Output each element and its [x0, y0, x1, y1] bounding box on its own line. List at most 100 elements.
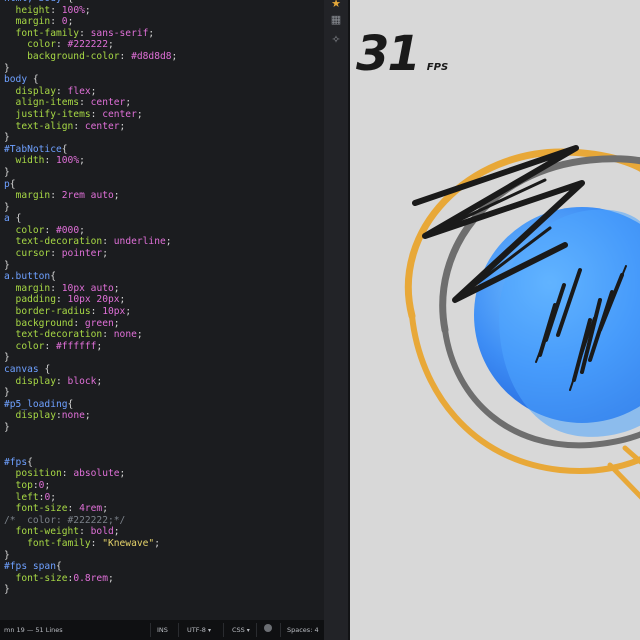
code-token: {: [50, 271, 56, 283]
code-token: background: [4, 317, 74, 329]
code-line[interactable]: /* color: #222222;*/: [4, 515, 177, 527]
code-line[interactable]: width: 100%;: [4, 155, 177, 167]
code-line[interactable]: [4, 434, 177, 446]
code-line[interactable]: display: block;: [4, 376, 177, 388]
code-line[interactable]: font-family: sans-serif;: [4, 28, 177, 40]
p5-canvas[interactable]: [350, 0, 640, 640]
code-line[interactable]: #p5_loading{: [4, 399, 177, 411]
code-line[interactable]: top:0;: [4, 480, 177, 492]
code-token: {: [68, 0, 74, 4]
code-token: }: [4, 166, 10, 178]
code-line[interactable]: }: [4, 63, 177, 75]
code-line[interactable]: }: [4, 422, 177, 434]
code-token: ;: [79, 224, 85, 236]
code-token: "Knewave": [102, 537, 155, 549]
code-line[interactable]: justify-items: center;: [4, 109, 177, 121]
insert-mode[interactable]: INS: [157, 626, 168, 634]
code-line[interactable]: [4, 445, 177, 457]
code-line[interactable]: }: [4, 387, 177, 399]
code-line[interactable]: margin: 10px auto;: [4, 283, 177, 295]
code-token: 100%: [56, 155, 80, 167]
code-line[interactable]: color: #000;: [4, 225, 177, 237]
code-token: color: [4, 39, 56, 51]
code-line[interactable]: padding: 10px 20px;: [4, 294, 177, 306]
code-line[interactable]: text-decoration: underline;: [4, 236, 177, 248]
code-token: :: [55, 375, 68, 387]
code-editor[interactable]: html, body { height: 100%; margin: 0; fo…: [0, 0, 324, 620]
code-line[interactable]: margin: 0;: [4, 16, 177, 28]
code-line[interactable]: margin: 2rem auto;: [4, 190, 177, 202]
briefcase-icon[interactable]: ▦: [329, 13, 343, 27]
code-line[interactable]: display:none;: [4, 410, 177, 422]
code-line[interactable]: display: flex;: [4, 86, 177, 98]
code-line[interactable]: border-radius: 10px;: [4, 306, 177, 318]
code-line[interactable]: text-decoration: none;: [4, 329, 177, 341]
code-line[interactable]: }: [4, 584, 177, 596]
code-token: text-align: [4, 120, 74, 132]
code-line[interactable]: font-family: "Knewave";: [4, 538, 177, 550]
code-line[interactable]: cursor: pointer;: [4, 248, 177, 260]
code-line[interactable]: font-size: 4rem;: [4, 503, 177, 515]
code-line[interactable]: background-color: #d8d8d8;: [4, 51, 177, 63]
code-line[interactable]: }: [4, 167, 177, 179]
code-token: ;: [136, 108, 143, 120]
code-line[interactable]: text-align: center;: [4, 121, 177, 133]
code-token: canvas: [4, 364, 45, 375]
code-token: center: [90, 97, 126, 109]
linter-status-dot[interactable]: [264, 624, 272, 632]
code-line[interactable]: }: [4, 352, 177, 364]
code-line[interactable]: background: green;: [4, 318, 177, 330]
code-token: green: [84, 317, 114, 329]
code-token: cursor: [4, 248, 51, 260]
code-token: html, body: [4, 0, 68, 4]
code-line[interactable]: a {: [4, 213, 177, 225]
code-line[interactable]: #fps{: [4, 457, 177, 469]
code-token: }: [4, 132, 10, 144]
language-selector[interactable]: CSS ▾: [232, 626, 250, 634]
magic-wand-icon[interactable]: ✧: [329, 33, 343, 47]
code-token: absolute: [73, 468, 120, 480]
code-line[interactable]: }: [4, 550, 177, 562]
code-token: ;: [148, 27, 155, 39]
code-line[interactable]: canvas {: [4, 364, 177, 376]
code-token: block: [67, 375, 97, 387]
code-token: ;: [125, 306, 132, 318]
code-line[interactable]: #fps span{: [4, 561, 177, 573]
code-line[interactable]: height: 100%;: [4, 5, 177, 17]
code-token: height: [4, 4, 51, 16]
star-icon[interactable]: ★: [329, 0, 343, 11]
css-code[interactable]: html, body { height: 100%; margin: 0; fo…: [4, 0, 177, 596]
code-token: :: [50, 190, 62, 202]
code-token: left: [4, 491, 39, 503]
code-line[interactable]: color: #222222;: [4, 39, 177, 51]
code-token: font-size: [4, 503, 68, 515]
code-token: 0.8rem: [73, 572, 108, 584]
code-token: display: [4, 410, 56, 422]
code-token: ;: [84, 410, 91, 422]
code-line[interactable]: }: [4, 260, 177, 272]
code-token: :: [79, 97, 91, 109]
code-token: #fps span: [4, 561, 56, 573]
code-line[interactable]: body {: [4, 74, 177, 86]
code-line[interactable]: }: [4, 132, 177, 144]
code-line[interactable]: a.button{: [4, 271, 177, 283]
code-line[interactable]: }: [4, 202, 177, 214]
code-line[interactable]: color: #ffffff;: [4, 341, 177, 353]
encoding-selector[interactable]: UTF-8 ▾: [187, 626, 211, 634]
code-line[interactable]: font-size:0.8rem;: [4, 573, 177, 585]
code-token: :: [55, 39, 68, 51]
code-line[interactable]: p{: [4, 179, 177, 191]
code-token: ;: [96, 340, 103, 352]
live-preview[interactable]: 31 FPS: [350, 0, 640, 640]
indent-setting[interactable]: Spaces: 4: [287, 626, 319, 634]
code-line[interactable]: position: absolute;: [4, 468, 177, 480]
code-line[interactable]: left:0;: [4, 492, 177, 504]
code-line[interactable]: font-weight: bold;: [4, 526, 177, 538]
code-line[interactable]: align-items: center;: [4, 97, 177, 109]
code-token: none: [61, 410, 85, 422]
code-token: a.button: [4, 271, 51, 283]
code-token: 10px: [102, 306, 126, 318]
code-token: :: [90, 108, 103, 120]
code-token: 2rem: [61, 190, 85, 202]
code-line[interactable]: #TabNotice{: [4, 144, 177, 156]
